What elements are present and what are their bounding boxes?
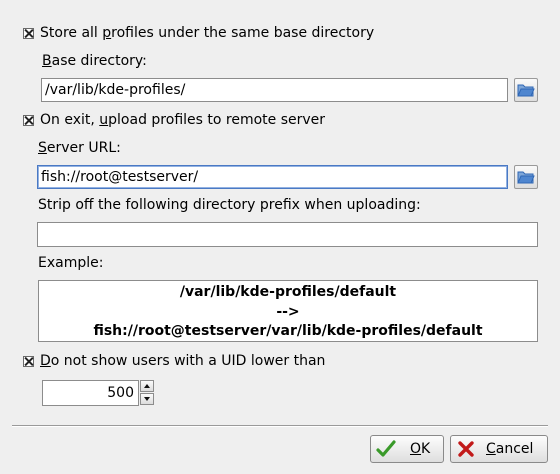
cancel-label: Cancel	[486, 441, 534, 457]
spin-down-button[interactable]	[140, 393, 154, 405]
base-directory-browse-button[interactable]	[514, 78, 538, 102]
cancel-x-icon	[458, 441, 474, 457]
ok-label: OK	[410, 441, 431, 457]
cancel-button[interactable]: Cancel	[450, 435, 548, 463]
spin-up-button[interactable]	[140, 380, 154, 392]
base-directory-input[interactable]: /var/lib/kde-profiles/	[41, 78, 508, 102]
button-separator	[12, 425, 548, 427]
server-url-input[interactable]: fish://root@testserver/	[37, 165, 508, 189]
upload-profiles-checkbox[interactable]	[23, 115, 34, 126]
example-source-path: /var/lib/kde-profiles/default	[179, 284, 397, 300]
folder-open-icon	[517, 84, 535, 97]
store-profiles-label[interactable]: Store all profiles under the same base d…	[40, 25, 374, 41]
base-directory-label: Base directory:	[42, 53, 147, 69]
strip-prefix-input[interactable]	[37, 222, 538, 247]
uid-spinbox[interactable]: 500	[42, 380, 139, 406]
checkmark-icon	[376, 440, 396, 457]
example-arrow: -->	[276, 303, 300, 320]
hide-low-uid-label[interactable]: Do not show users with a UID lower than	[40, 353, 325, 369]
ok-button[interactable]: OK	[370, 435, 444, 463]
server-url-label: Server URL:	[38, 140, 121, 156]
hide-low-uid-checkbox[interactable]	[23, 356, 34, 367]
server-url-browse-button[interactable]	[514, 165, 538, 189]
uid-spin-buttons	[140, 380, 154, 406]
example-target-path: fish://root@testserver/var/lib/kde-profi…	[93, 323, 483, 339]
folder-open-icon	[517, 171, 535, 184]
store-profiles-checkbox[interactable]	[23, 28, 34, 39]
example-box: /var/lib/kde-profiles/default --> fish:/…	[38, 280, 538, 342]
example-label: Example:	[38, 255, 104, 271]
strip-prefix-label: Strip off the following directory prefix…	[38, 197, 421, 213]
upload-profiles-label[interactable]: On exit, upload profiles to remote serve…	[40, 112, 325, 128]
